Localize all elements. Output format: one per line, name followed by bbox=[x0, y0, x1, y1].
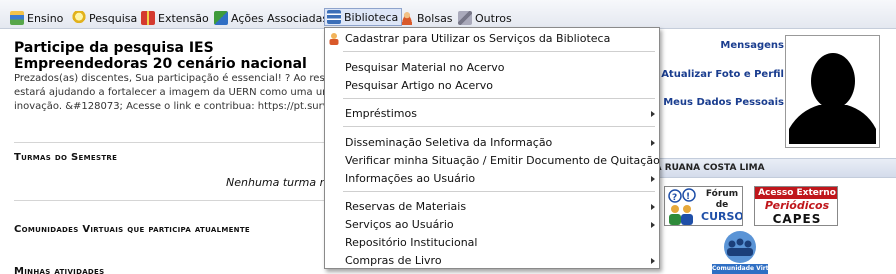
main-menu-bar: Ensino Pesquisa Extensão Ações Associada… bbox=[0, 0, 896, 29]
submenu-arrow-icon bbox=[651, 176, 655, 182]
dd-reservas[interactable]: Reservas de Materiais bbox=[345, 200, 466, 213]
menu-separator bbox=[343, 51, 655, 52]
dd-informacoes[interactable]: Informações ao Usuário bbox=[345, 172, 475, 185]
dd-servicos[interactable]: Serviços ao Usuário bbox=[345, 218, 454, 231]
svg-text:?: ? bbox=[672, 193, 677, 203]
user-name-bar: CA RUANA COSTA LIMA bbox=[648, 158, 896, 178]
library-icon bbox=[327, 10, 341, 24]
svg-text:!: ! bbox=[686, 192, 690, 202]
biblioteca-dropdown-menu: Cadastrar para Utilizar os Serviços da B… bbox=[324, 27, 660, 269]
announcement-text: Prezados(as) discentes, Sua participação… bbox=[14, 73, 326, 112]
menu-separator bbox=[343, 98, 655, 99]
dd-verificar-situacao[interactable]: Verificar minha Situação / Emitir Docume… bbox=[345, 154, 660, 167]
dd-disseminacao[interactable]: Disseminação Seletiva da Informação bbox=[345, 136, 552, 149]
menu-pesquisa[interactable]: Pesquisa bbox=[72, 9, 137, 27]
menu-bolsas[interactable]: Bolsas bbox=[400, 9, 453, 27]
menu-acoes-associadas[interactable]: Ações Associadas bbox=[214, 9, 328, 27]
community-icon bbox=[724, 231, 756, 263]
atualizar-foto-link[interactable]: Atualizar Foto e Perfil bbox=[661, 69, 784, 80]
menu-extensao[interactable]: Extensão bbox=[141, 9, 209, 27]
turmas-header: Turmas do Semestre bbox=[14, 152, 118, 163]
submenu-arrow-icon bbox=[651, 204, 655, 210]
gift-icon bbox=[141, 11, 155, 25]
forum-de-curso-logo[interactable]: ? ! Fórum de CURSO bbox=[664, 186, 743, 226]
page-title: Participe da pesquisa IES Empreendedoras… bbox=[14, 40, 307, 72]
dd-cadastrar[interactable]: Cadastrar para Utilizar os Serviços da B… bbox=[345, 32, 610, 45]
menu-separator bbox=[343, 191, 655, 192]
avatar bbox=[789, 39, 876, 144]
wrench-icon bbox=[458, 11, 472, 25]
periodicos-capes-logo[interactable]: Acesso Externo Periódicos CAPES bbox=[754, 186, 838, 226]
submenu-arrow-icon bbox=[651, 258, 655, 264]
divider bbox=[14, 200, 326, 201]
lightbulb-icon bbox=[72, 11, 86, 25]
silhouette-icon bbox=[789, 39, 876, 144]
minhas-atividades-header: Minhas atividades bbox=[14, 266, 105, 274]
menu-outros[interactable]: Outros bbox=[458, 9, 512, 27]
submenu-arrow-icon bbox=[651, 111, 655, 117]
submenu-arrow-icon bbox=[651, 140, 655, 146]
menu-separator bbox=[343, 126, 655, 127]
dd-compras-livro[interactable]: Compras de Livro bbox=[345, 254, 442, 267]
dados-pessoais-link[interactable]: Meus Dados Pessoais bbox=[663, 97, 784, 108]
divider bbox=[14, 142, 326, 143]
dd-emprestimos[interactable]: Empréstimos bbox=[345, 107, 417, 120]
mensagens-link[interactable]: Mensagens bbox=[720, 40, 784, 51]
submenu-arrow-icon bbox=[651, 222, 655, 228]
dd-pesquisar-material[interactable]: Pesquisar Material no Acervo bbox=[345, 61, 505, 74]
comunidades-header: Comunidades Virtuais que participa atual… bbox=[14, 224, 250, 235]
puzzle-icon bbox=[214, 11, 228, 25]
menu-biblioteca[interactable]: Biblioteca bbox=[324, 8, 403, 26]
person-icon bbox=[400, 11, 414, 25]
dd-pesquisar-artigo[interactable]: Pesquisar Artigo no Acervo bbox=[345, 79, 493, 92]
menu-ensino[interactable]: Ensino bbox=[10, 9, 63, 27]
profile-photo[interactable] bbox=[785, 35, 880, 148]
user-lock-icon bbox=[328, 32, 340, 48]
user-name: CA RUANA COSTA LIMA bbox=[648, 163, 765, 173]
book-icon bbox=[10, 11, 24, 25]
comunidade-virtual-logo[interactable]: Comunidade Virtual bbox=[712, 230, 768, 274]
dd-repositorio[interactable]: Repositório Institucional bbox=[345, 236, 477, 249]
turmas-empty-message: Nenhuma turma ne bbox=[226, 176, 334, 189]
